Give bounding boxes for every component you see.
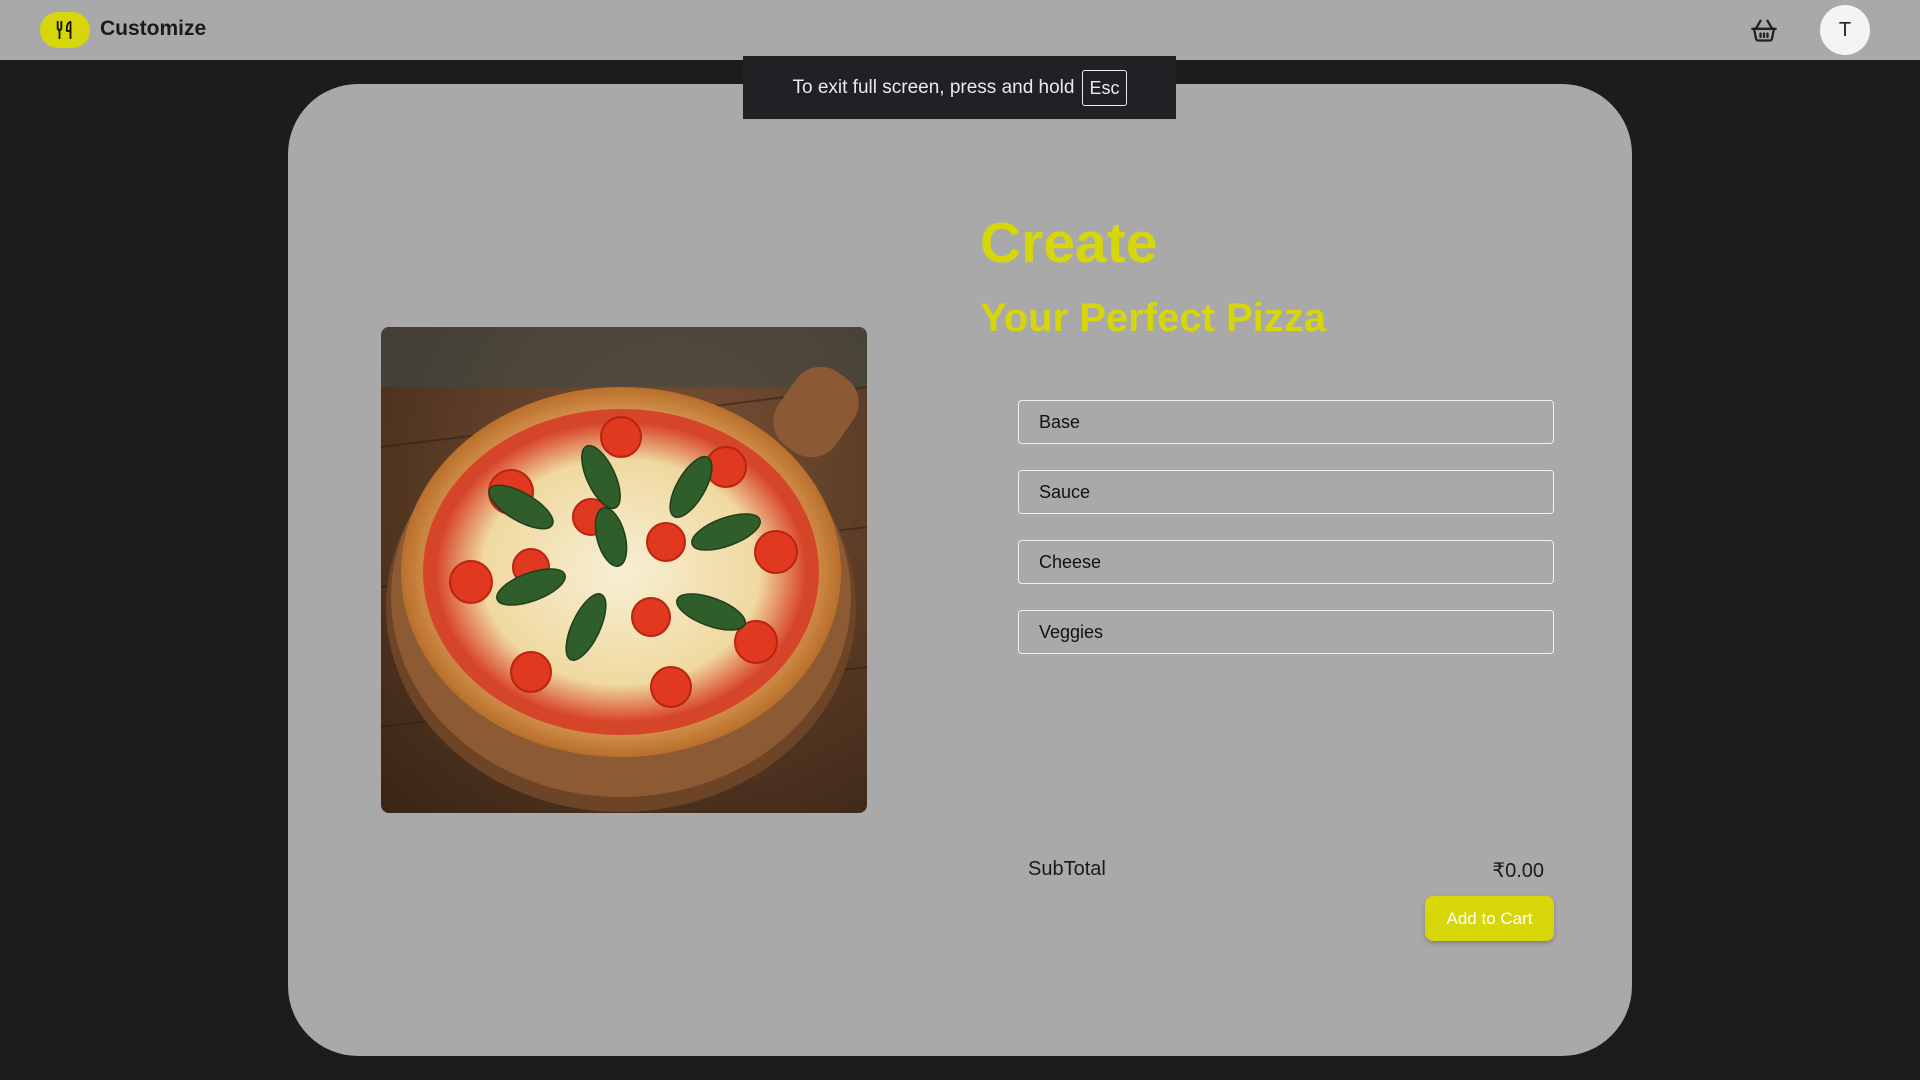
basket-icon [1751, 19, 1777, 42]
heading-perfect-pizza: Your Perfect Pizza [980, 296, 1327, 340]
option-label: Cheese [1039, 551, 1102, 572]
logo-badge[interactable] [40, 12, 90, 48]
esc-key: Esc [1082, 69, 1127, 106]
heading-create: Create [980, 211, 1158, 275]
pizza-image [381, 327, 867, 813]
option-label: Veggies [1039, 621, 1104, 642]
fullscreen-message: To exit full screen, press and hold [792, 76, 1075, 98]
fullscreen-notice: To exit full screen, press and hold Esc [743, 56, 1176, 119]
option-veggies[interactable]: Veggies [1018, 610, 1554, 654]
option-cheese[interactable]: Cheese [1018, 540, 1554, 584]
top-bar: Customize T [0, 0, 1920, 60]
option-base[interactable]: Base [1018, 400, 1554, 444]
page-title: Customize [100, 17, 207, 40]
subtotal-label: SubTotal [1028, 858, 1106, 880]
option-label: Base [1039, 411, 1081, 432]
avatar-initial: T [1838, 18, 1852, 41]
cart-button[interactable] [1748, 14, 1780, 46]
avatar[interactable]: T [1820, 5, 1870, 55]
option-label: Sauce [1039, 481, 1091, 502]
option-sauce[interactable]: Sauce [1018, 470, 1554, 514]
fork-knife-icon [56, 20, 72, 40]
add-to-cart-button[interactable]: Add to Cart [1425, 896, 1554, 941]
subtotal-value: ₹0.00 [1492, 860, 1544, 882]
